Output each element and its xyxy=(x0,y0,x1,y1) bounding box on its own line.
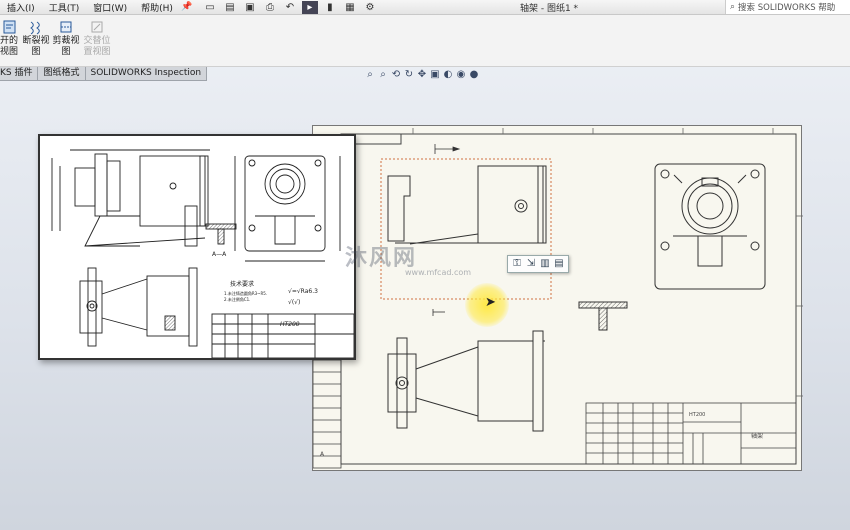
ribbon-label-1b: 视图 xyxy=(0,47,18,57)
context-toolbar: ⚿ ⇲ ▥ ▤ xyxy=(507,255,569,273)
options-gear-icon[interactable]: ⚙ xyxy=(362,1,378,14)
ref-roughness-1: √=√Ra6.3 xyxy=(288,288,318,295)
reference-drawing-image: A—A HT200 技术要求 1.未注铸造圆角R3~R5. 2.未注倒角C1. … xyxy=(38,134,356,360)
crop-view-icon xyxy=(60,21,72,33)
view-setting-icon[interactable]: ◉ xyxy=(455,69,467,81)
rotate-view-icon[interactable]: ↻ xyxy=(403,69,415,81)
tab-sheet-format[interactable]: 图纸格式 xyxy=(38,67,86,81)
sheet-zone-label: A xyxy=(320,451,325,458)
ref-note-1: 1.未注铸造圆角R3~R5. xyxy=(224,290,267,296)
ribbon-label-3a: 剪裁视 xyxy=(52,36,80,46)
view-format-icon[interactable]: ▤ xyxy=(552,257,566,271)
title-block-name: 轴架 xyxy=(751,432,763,440)
alternate-position-icon xyxy=(91,21,103,33)
break-view-button[interactable]: 断裂视 图 xyxy=(21,19,51,58)
help-search-input[interactable]: ⌕ 搜索 SOLIDWORKS 帮助 xyxy=(725,0,850,14)
hide-show-items-icon[interactable]: ◐ xyxy=(442,69,454,81)
ref-section-label: A—A xyxy=(212,251,227,258)
sheet-graphics: 轴架 HT200 A xyxy=(313,128,803,469)
zoom-to-area-icon[interactable]: ⌕ xyxy=(377,69,389,81)
ribbon-label-2b: 图 xyxy=(31,47,41,57)
view-properties-icon[interactable]: ▥ xyxy=(538,257,552,271)
ribbon-label-4a: 交替位 xyxy=(83,36,111,46)
print-icon[interactable]: ⎙ xyxy=(262,1,278,14)
ribbon-label-3b: 图 xyxy=(61,47,71,57)
previous-view-icon[interactable]: ⟲ xyxy=(390,69,402,81)
ribbon-label-2a: 断裂视 xyxy=(22,36,50,46)
lock-view-icon[interactable]: ⚿ xyxy=(510,257,524,271)
pan-icon[interactable]: ✥ xyxy=(416,69,428,81)
select-icon[interactable]: ▸ xyxy=(301,0,318,14)
help-search-placeholder: 搜索 SOLIDWORKS 帮助 xyxy=(738,3,836,13)
view-align-icon[interactable]: ⇲ xyxy=(524,257,538,271)
mouse-pointer-icon: ➤ xyxy=(485,295,496,310)
watermark-url: www.mfcad.com xyxy=(405,268,472,277)
rebuild-icon[interactable]: ▮ xyxy=(322,1,338,14)
heads-up-view-toolbar: ⌕ ⌕ ⟲ ↻ ✥ ▣ ◐ ◉ ● xyxy=(364,68,481,81)
break-view-icon xyxy=(30,21,40,35)
command-tabs: KS 插件 图纸格式 SOLIDWORKS Inspection xyxy=(0,67,208,81)
pin-icon[interactable]: 📌 xyxy=(180,2,194,12)
menu-tools[interactable]: 工具(T) xyxy=(42,1,87,14)
zoom-to-fit-icon[interactable]: ⌕ xyxy=(364,69,376,81)
new-document-icon[interactable]: ▭ xyxy=(202,1,218,14)
menu-bar: 插入(I) 工具(T) 窗口(W) 帮助(H) 📌 ▭ ▤ ▣ ⎙ ↶ ▸ ▮ … xyxy=(0,0,850,15)
menu-help[interactable]: 帮助(H) xyxy=(134,1,180,14)
ribbon-label-1a: 开的 xyxy=(0,36,18,46)
document-title: 轴架 - 图纸1 * xyxy=(520,4,579,14)
save-icon[interactable]: ▣ xyxy=(242,1,258,14)
file-properties-icon[interactable]: ▦ xyxy=(342,1,358,14)
ref-material: HT200 xyxy=(280,321,300,328)
ref-note-2: 2.未注倒角C1. xyxy=(224,296,250,302)
ribbon-label-4b: 置视图 xyxy=(83,47,111,57)
menu-window[interactable]: 窗口(W) xyxy=(86,1,134,14)
reference-drawing-graphics: A—A HT200 技术要求 1.未注铸造圆角R3~R5. 2.未注倒角C1. … xyxy=(51,149,354,358)
display-style-icon[interactable]: ▣ xyxy=(429,69,441,81)
open-document-icon[interactable]: ▤ xyxy=(222,1,238,14)
alternate-position-view-button[interactable]: 交替位 置视图 xyxy=(82,19,112,58)
tab-addins[interactable]: KS 插件 xyxy=(0,67,39,81)
title-block-material: HT200 xyxy=(689,412,705,418)
ref-notes-title: 技术要求 xyxy=(230,280,254,288)
ref-roughness-2: √(√) xyxy=(288,299,300,306)
crop-view-button[interactable]: 剪裁视 图 xyxy=(51,19,81,58)
command-manager-ribbon: 开的 视图 断裂视 图 剪裁视 图 交替位 置视图 xyxy=(0,15,850,67)
view-icon xyxy=(3,20,16,34)
quick-access-toolbar: ▭ ▤ ▣ ⎙ ↶ ▸ ▮ ▦ ⚙ xyxy=(200,0,380,15)
tab-solidworks-inspection[interactable]: SOLIDWORKS Inspection xyxy=(85,67,208,81)
search-icon: ⌕ xyxy=(730,2,736,12)
appearance-icon[interactable]: ● xyxy=(468,69,480,81)
undo-icon[interactable]: ↶ xyxy=(282,1,298,14)
drawing-sheet[interactable]: 轴架 HT200 A xyxy=(312,125,803,471)
menu-insert[interactable]: 插入(I) xyxy=(0,1,42,14)
